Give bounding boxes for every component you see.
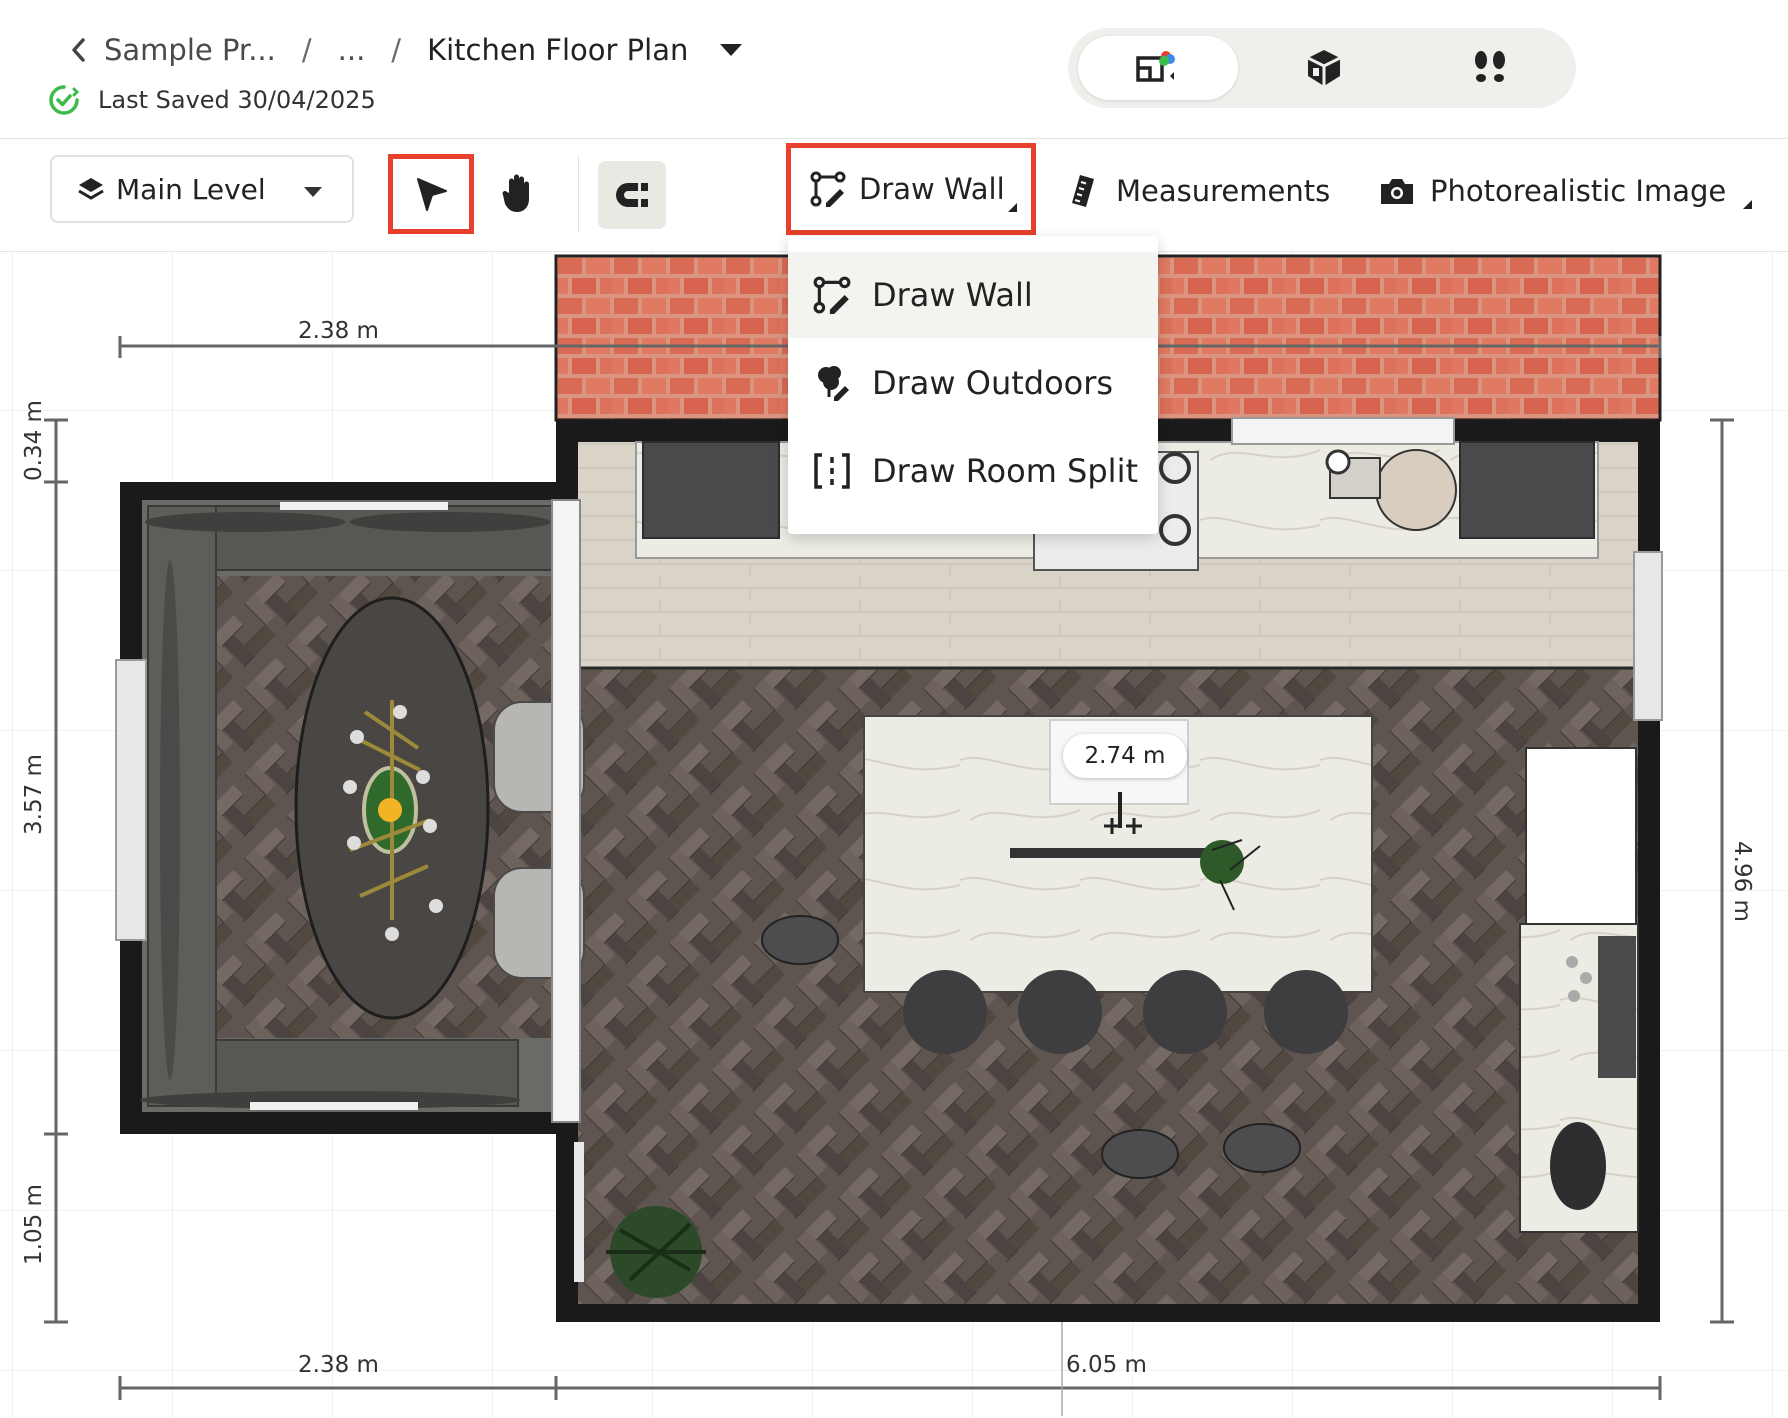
pan-tool-button[interactable] bbox=[494, 161, 544, 225]
dimension-label: 2.38 m bbox=[298, 1352, 379, 1378]
3d-box-icon bbox=[1307, 50, 1341, 86]
draw-wall-icon bbox=[813, 276, 851, 314]
dimension-label: 0.34 m bbox=[21, 400, 47, 481]
view-2d-button[interactable] bbox=[1078, 36, 1238, 100]
save-status: Last Saved 30/04/2025 bbox=[48, 82, 376, 118]
top-header: Sample Pr... / ... / Kitchen Floor Plan … bbox=[0, 0, 1788, 139]
chevron-down-icon bbox=[304, 187, 322, 197]
submenu-corner-icon bbox=[1743, 200, 1753, 209]
photorealistic-image-button[interactable]: Photorealistic Image bbox=[1378, 159, 1753, 223]
toolbar-divider bbox=[578, 155, 579, 233]
snap-magnet-button[interactable] bbox=[598, 161, 666, 229]
dimension-label: 6.05 m bbox=[1066, 1352, 1147, 1378]
breadcrumb-separator: / bbox=[301, 33, 312, 67]
walkthrough-footprints-icon bbox=[1475, 51, 1505, 82]
cursor-arrow-icon bbox=[417, 178, 447, 211]
saved-text: Last Saved 30/04/2025 bbox=[98, 86, 376, 114]
breadcrumb-ellipsis[interactable]: ... bbox=[338, 33, 366, 67]
dimension-label: 3.57 m bbox=[21, 754, 47, 835]
level-label: Main Level bbox=[116, 172, 266, 206]
measurements-button[interactable]: Measurements bbox=[1068, 159, 1330, 223]
chevron-left-icon[interactable] bbox=[68, 35, 90, 65]
hand-icon bbox=[502, 174, 529, 212]
draw-outdoors-icon bbox=[818, 366, 849, 401]
magnet-icon bbox=[616, 183, 648, 207]
room-split-icon bbox=[814, 453, 850, 489]
breadcrumb-root[interactable]: Sample Pr... bbox=[104, 33, 276, 67]
photorealistic-label: Photorealistic Image bbox=[1430, 174, 1727, 208]
menu-item-label: Draw Room Split bbox=[872, 452, 1138, 490]
submenu-corner-icon bbox=[1008, 203, 1017, 212]
project-menu-caret-icon[interactable] bbox=[720, 44, 743, 56]
breadcrumb: Sample Pr... / ... / Kitchen Floor Plan bbox=[68, 28, 743, 72]
menu-item-draw-wall[interactable]: Draw Wall bbox=[788, 252, 1158, 338]
ruler-icon bbox=[1072, 175, 1094, 207]
camera-icon bbox=[1381, 179, 1413, 204]
select-tool-button[interactable] bbox=[388, 154, 474, 234]
breadcrumb-current: Kitchen Floor Plan bbox=[427, 33, 689, 67]
island-dimension-badge[interactable]: 2.74 m bbox=[1063, 734, 1187, 778]
menu-item-label: Draw Outdoors bbox=[872, 364, 1114, 402]
draw-tools-menu: Draw Wall Draw Outdoors Draw Room Split bbox=[788, 236, 1158, 534]
level-selector[interactable]: Main Level bbox=[50, 155, 354, 223]
draw-wall-icon bbox=[810, 171, 846, 207]
draw-wall-tool-button[interactable]: Draw Wall bbox=[786, 143, 1036, 235]
breadcrumb-separator: / bbox=[391, 33, 402, 67]
measurements-label: Measurements bbox=[1116, 174, 1331, 208]
dimension-label: 4.96 m bbox=[1729, 841, 1755, 922]
menu-item-label: Draw Wall bbox=[872, 276, 1033, 314]
view-mode-switcher bbox=[1068, 28, 1576, 108]
menu-item-draw-room-split[interactable]: Draw Room Split bbox=[788, 428, 1158, 514]
dimension-label: 2.38 m bbox=[298, 318, 379, 344]
saved-check-icon bbox=[49, 85, 80, 115]
menu-item-draw-outdoors[interactable]: Draw Outdoors bbox=[788, 340, 1158, 426]
dimension-label: 1.05 m bbox=[21, 1184, 47, 1265]
2d-plan-icon bbox=[1136, 51, 1175, 82]
layers-icon bbox=[78, 178, 104, 200]
draw-wall-label: Draw Wall bbox=[859, 172, 1005, 206]
view-3d-button[interactable] bbox=[1244, 36, 1404, 100]
view-walkthrough-button[interactable] bbox=[1410, 36, 1570, 100]
